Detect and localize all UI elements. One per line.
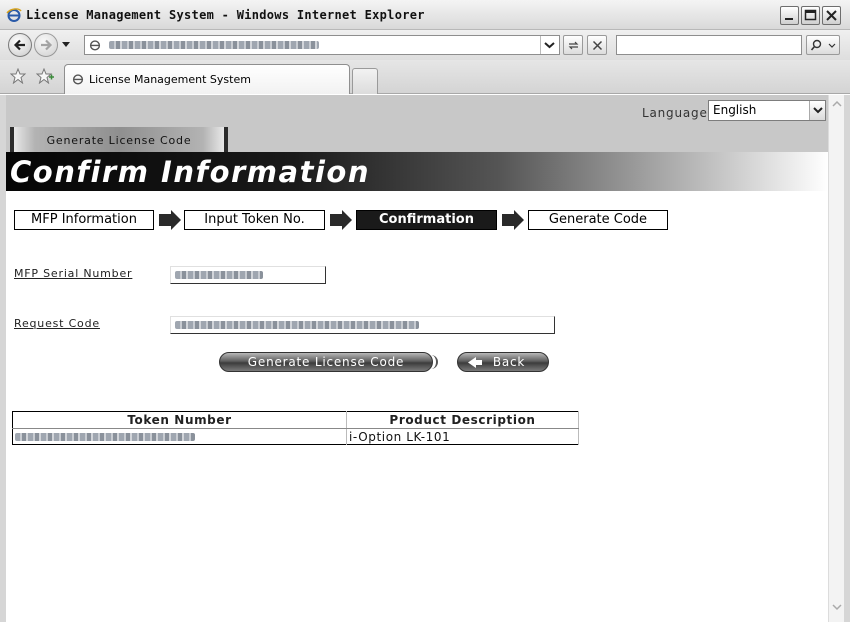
tab-label: License Management System [89,73,251,86]
request-code-value-redacted [175,321,419,329]
step-label: Generate Code [548,212,648,227]
address-value-redacted [109,41,319,49]
section-tab-label: Generate License Code [46,134,192,147]
table-header-row: Token Number Product Description [12,411,579,429]
step-arrow-icon [502,210,524,230]
add-favorites-icon[interactable] [36,68,54,84]
step-input-token: Input Token No. [184,210,325,230]
token-number-cell [12,428,347,445]
search-input[interactable] [616,35,802,55]
step-arrow-icon [330,210,352,230]
step-generate-code: Generate Code [528,210,668,230]
new-tab-button[interactable] [352,68,378,94]
maximize-icon [804,9,817,21]
language-label: Language [642,106,708,120]
refresh-button[interactable] [563,35,583,55]
ie-page-icon [72,74,84,85]
back-button[interactable]: Back [457,352,549,372]
recent-pages-dropdown-icon[interactable] [62,42,70,48]
chevron-down-icon [813,107,823,114]
language-value: English [713,103,757,117]
window-frame-right [844,95,850,622]
mfp-serial-number-field [170,266,326,284]
generate-license-code-button[interactable]: Generate License Code [219,352,438,372]
page-title: Confirm Information [10,155,370,189]
scroll-up-icon[interactable] [831,98,843,110]
token-table: Token Number Product Description i-Optio… [12,411,579,445]
token-value-redacted [15,433,195,441]
title-bar: License Management System - Windows Inte… [0,0,850,30]
step-confirmation: Confirmation [356,210,497,230]
back-nav-button[interactable] [8,33,32,57]
request-code-field [170,316,555,334]
tab-license-management[interactable]: License Management System [64,64,350,94]
stop-button[interactable] [587,35,607,55]
stop-icon [592,40,603,51]
minimize-icon [785,18,793,20]
window-title: License Management System - Windows Inte… [26,8,425,22]
close-button[interactable] [822,6,841,25]
step-label: Input Token No. [204,212,305,227]
step-label: Confirmation [379,212,474,227]
back-nav-icon [13,39,25,51]
scroll-down-icon[interactable] [831,601,843,613]
vertical-scrollbar[interactable] [828,95,844,622]
back-arrow-icon [468,357,482,368]
serial-value-redacted [175,271,263,279]
page-title-band: Confirm Information [6,152,828,191]
search-button[interactable] [806,35,840,55]
column-header-product-description: Product Description [346,411,579,429]
request-code-label: Request Code [14,317,100,330]
refresh-icon [568,41,579,50]
address-dropdown-button[interactable] [540,36,557,54]
address-bar[interactable] [84,35,560,55]
table-row: i-Option LK-101 [12,428,579,445]
ie-logo-icon [6,7,22,23]
back-button-label: Back [492,355,526,369]
step-label: MFP Information [31,212,137,227]
product-description-cell: i-Option LK-101 [346,428,579,445]
generate-button-label: Generate License Code [247,355,405,369]
column-header-token-number: Token Number [12,411,347,429]
forward-nav-button[interactable] [34,33,58,57]
ie-page-icon [89,40,101,51]
step-mfp-information: MFP Information [14,210,154,230]
minimize-button[interactable] [780,6,799,25]
close-icon [826,10,837,21]
dropdown-icon [544,42,555,49]
header-band: Language English Generate License Code [6,95,828,154]
forward-nav-icon [41,39,53,51]
search-icon [810,39,836,51]
generate-license-code-tab[interactable]: Generate License Code [10,127,228,154]
page-viewport: Language English Generate License Code C… [6,95,828,622]
favorites-star-icon[interactable] [10,68,26,84]
language-select[interactable]: English [708,100,826,121]
mfp-serial-number-label: MFP Serial Number [14,267,133,280]
step-arrow-icon [159,210,181,230]
maximize-button[interactable] [801,6,820,25]
language-dropdown-button[interactable] [809,101,825,120]
